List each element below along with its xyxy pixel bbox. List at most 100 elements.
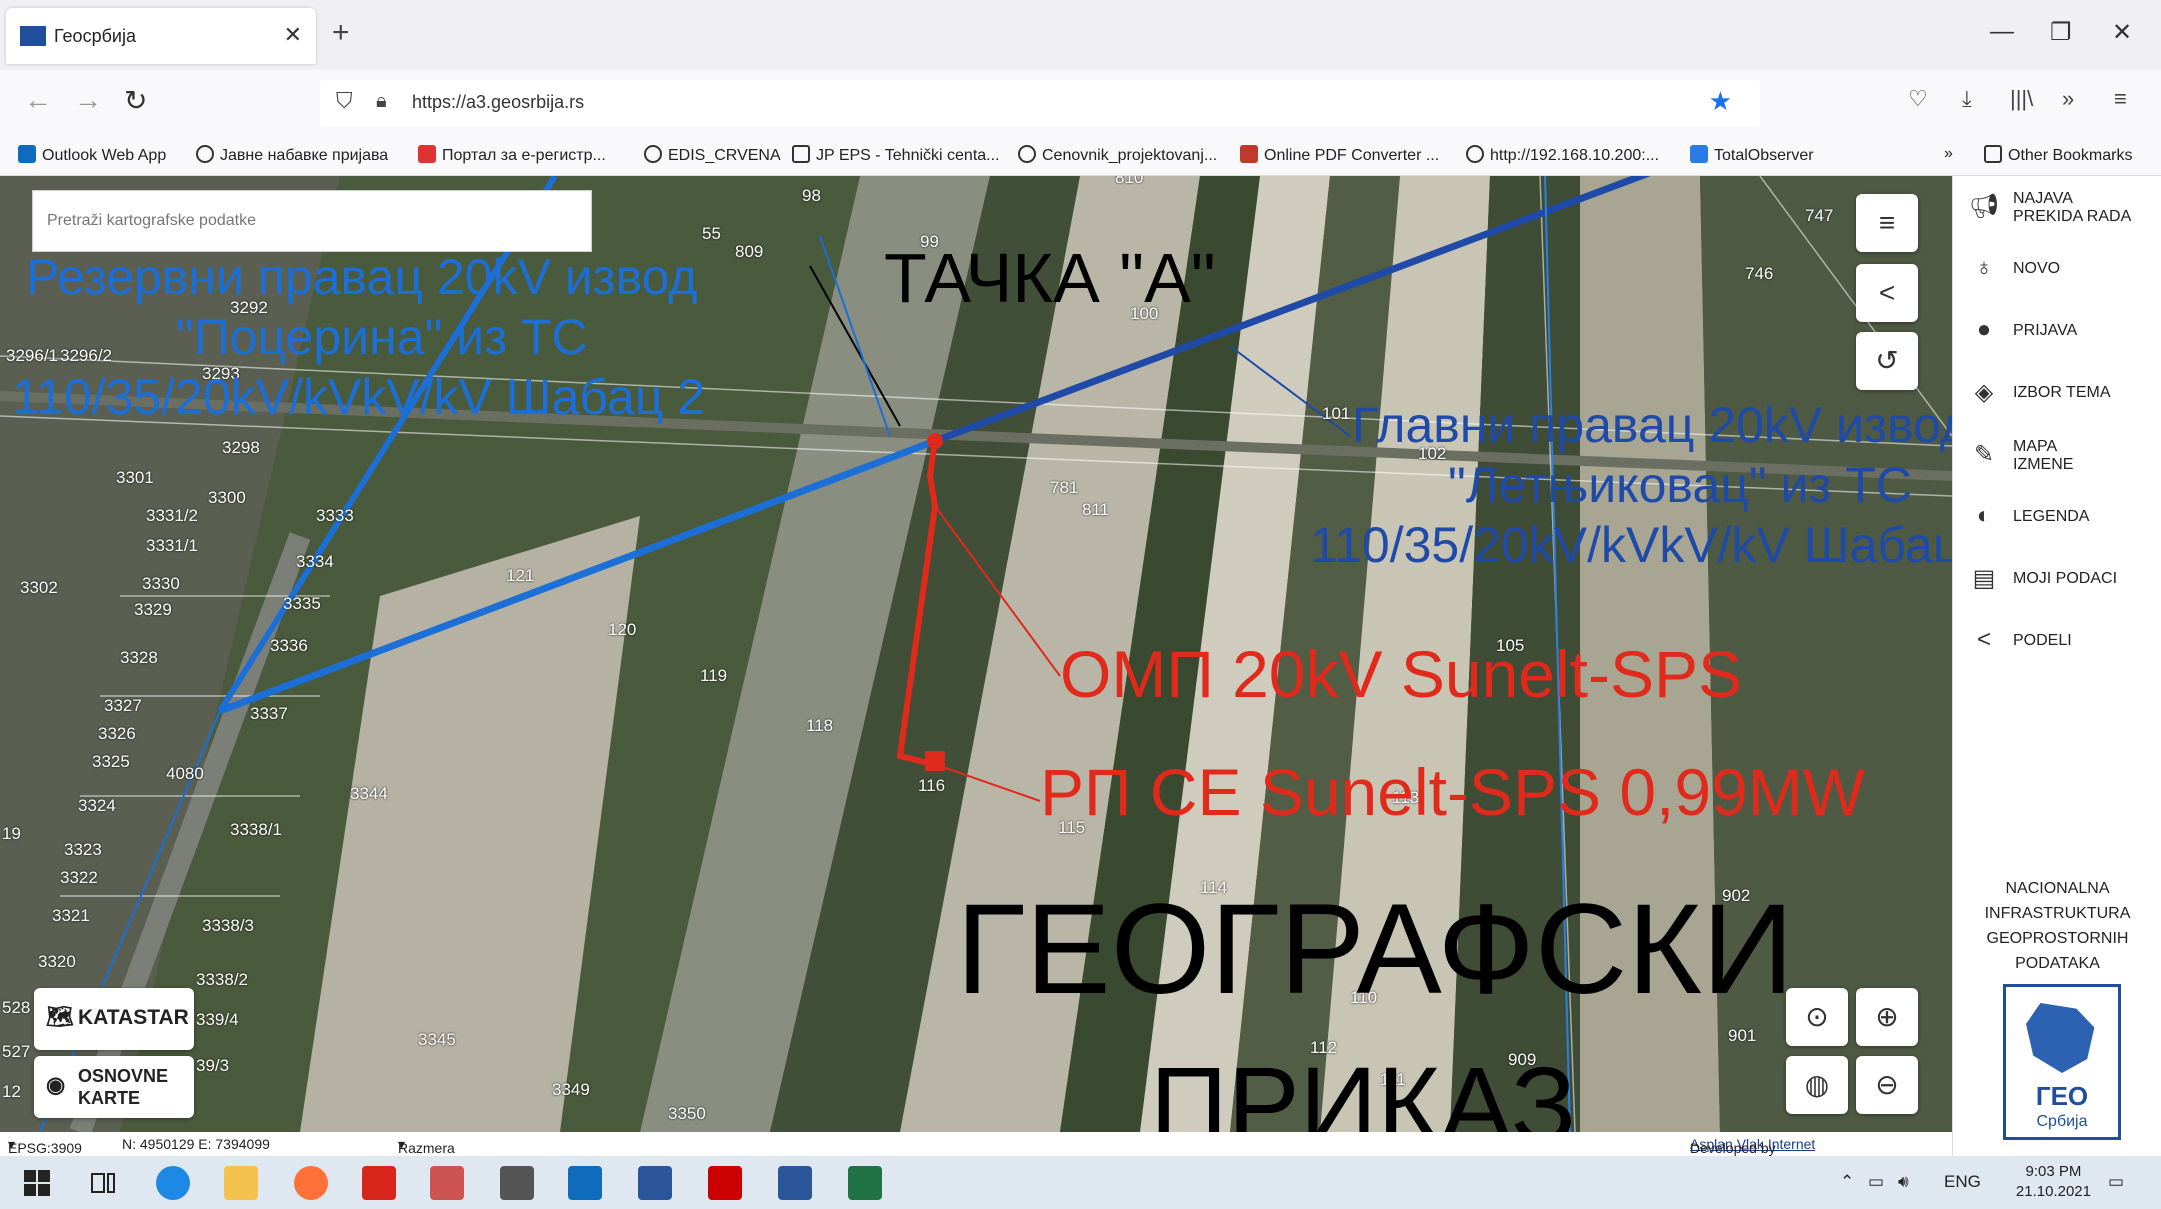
search-input[interactable]: [33, 191, 591, 251]
locate-button[interactable]: ⊙: [1786, 988, 1848, 1046]
bookmark-item[interactable]: Online PDF Converter ...: [1240, 145, 1439, 165]
panel-item-legenda[interactable]: ◐ LEGENDA: [1953, 490, 2161, 550]
plus-icon: ⊕: [1875, 1001, 1899, 1032]
bookmarks-overflow-icon[interactable]: »: [1944, 145, 1953, 163]
panel-item-podeli[interactable]: < PODELI: [1953, 614, 2161, 674]
notifications-icon[interactable]: ▭: [2108, 1172, 2124, 1192]
overflow-icon[interactable]: »: [2062, 86, 2074, 112]
address-bar[interactable]: ⛉ 🔒︎ https://a3.geosrbija.rs ★: [320, 80, 1760, 126]
bookmark-item[interactable]: TotalObserver: [1690, 145, 1814, 165]
user-icon: ●: [1976, 316, 1992, 343]
zoom-out-button[interactable]: ⊖: [1856, 1056, 1918, 1114]
legend-icon: ◐: [1976, 502, 1992, 529]
map-search-box[interactable]: [32, 190, 592, 252]
remote-desktop-icon[interactable]: [638, 1166, 672, 1200]
geosrbija-logo[interactable]: ГЕО Србија: [2003, 984, 2121, 1140]
lock-icon[interactable]: 🔒︎: [376, 90, 387, 113]
parcel-label: 3338/2: [196, 970, 248, 989]
osnovne-karte-button[interactable]: ◉ OSNOVNE KARTE: [34, 1056, 194, 1118]
parcel-label: 101: [1322, 404, 1351, 423]
parcel-label: 3321: [52, 906, 90, 925]
panel-item-mapa-izmene[interactable]: ✎ MAPA IZMENE: [1953, 428, 2161, 488]
panel-item-prijava[interactable]: ● PRIJAVA: [1953, 304, 2161, 364]
clock[interactable]: 9:03 PM 21.10.2021: [2016, 1162, 2091, 1202]
acrobat-icon[interactable]: [362, 1166, 396, 1200]
edge-icon[interactable]: [156, 1166, 190, 1200]
refresh-button[interactable]: ↺: [1856, 332, 1918, 390]
url-text[interactable]: https://a3.geosrbija.rs: [412, 92, 584, 113]
firefox-icon[interactable]: [294, 1166, 328, 1200]
bookmark-item[interactable]: JP EPS - Tehnički centa...: [792, 145, 1000, 165]
scale-select[interactable]: Razmera 1 : 2 500 ▾: [398, 1136, 455, 1172]
bookmark-item[interactable]: Јавне набавке пријава: [196, 145, 388, 165]
shield-icon[interactable]: ⛉: [336, 88, 353, 114]
menu-icon[interactable]: ≡: [2114, 86, 2127, 112]
bookmark-item[interactable]: EDIS_CRVENA: [644, 145, 781, 165]
parcel-label: 3350: [668, 1104, 706, 1123]
excel-icon[interactable]: [848, 1166, 882, 1200]
browser-tab[interactable]: Геосрбија ✕: [6, 8, 316, 64]
restore-icon[interactable]: ❐: [2050, 18, 2072, 47]
parcel-label: 98: [802, 186, 821, 205]
globe-button[interactable]: ◍: [1786, 1056, 1848, 1114]
store-icon[interactable]: [500, 1166, 534, 1200]
omp-label: ОМП 20kV Sunelt-SPS: [1060, 637, 1743, 711]
katastar-button[interactable]: 🗺︎ KATASTAR: [34, 988, 194, 1050]
parcel-label: 811: [1082, 500, 1110, 519]
parcel-label: 3324: [78, 796, 116, 815]
measure-button[interactable]: <: [1856, 264, 1918, 322]
close-window-icon[interactable]: ✕: [2112, 18, 2132, 47]
task-view-icon[interactable]: [86, 1166, 120, 1200]
app-icon[interactable]: [430, 1166, 464, 1200]
windows-start-icon[interactable]: [20, 1166, 54, 1200]
minimize-icon[interactable]: —: [1990, 18, 2014, 46]
reserve-line-label: Резервни правац 20kV извод: [26, 249, 698, 305]
reload-icon[interactable]: ↻: [124, 84, 147, 117]
map-menu-button[interactable]: ≡: [1856, 194, 1918, 252]
parcel-label: 3323: [64, 840, 102, 859]
tray-chevron-icon[interactable]: ⌃: [1840, 1172, 1854, 1192]
close-tab-icon[interactable]: ✕: [284, 22, 302, 48]
forward-icon[interactable]: →: [74, 84, 102, 116]
language-indicator[interactable]: ENG: [1944, 1172, 1981, 1192]
network-icon[interactable]: ▭: [1868, 1172, 1884, 1192]
parcel-label: 3338/3: [202, 916, 254, 935]
map-canvas[interactable]: 810 747 55 809 98 99 746 3292 3293 3296/…: [0, 176, 1952, 1132]
map-icon: 🗺︎: [46, 1004, 74, 1029]
outlook-icon[interactable]: [568, 1166, 602, 1200]
zoom-in-button[interactable]: ⊕: [1856, 988, 1918, 1046]
parcel-label: 55: [702, 224, 721, 243]
bookmark-item[interactable]: Outlook Web App: [18, 145, 166, 165]
volume-icon[interactable]: 🔊︎: [1898, 1172, 1909, 1192]
parcel-label: 3326: [98, 724, 136, 743]
download-icon[interactable]: ⤓: [1962, 86, 1972, 112]
panel-item-izbor-tema[interactable]: ◈ IZBOR TEMA: [1953, 366, 2161, 426]
other-bookmarks[interactable]: Other Bookmarks: [1984, 145, 2132, 165]
panel-item-najava[interactable]: 📢︎ NAJAVA PREKIDA RADA: [1953, 180, 2161, 240]
library-icon[interactable]: |||\: [2010, 86, 2033, 112]
bookmark-star-icon[interactable]: ★: [1709, 86, 1732, 117]
new-tab-icon[interactable]: +: [332, 16, 350, 50]
pocket-icon[interactable]: ♡: [1908, 86, 1928, 112]
bookmark-item[interactable]: Портал за е-регистр...: [418, 145, 606, 165]
access-icon[interactable]: [708, 1166, 742, 1200]
file-explorer-icon[interactable]: [224, 1166, 258, 1200]
panel-item-novo[interactable]: ♁ NOVO: [1953, 242, 2161, 302]
bookmark-item[interactable]: Cenovnik_projektovanj...: [1018, 145, 1217, 165]
main-line-label: Главни правац 20kV извод: [1352, 397, 1952, 453]
parcel-label: 3333: [316, 506, 354, 525]
parcel-label: 3296/1: [6, 346, 58, 365]
parcel-label: 3334: [296, 552, 334, 571]
panel-item-moji-podaci[interactable]: ▤ MOJI PODACI: [1953, 552, 2161, 612]
parcel-label: 746: [1745, 264, 1774, 283]
parcel-label: 3325: [92, 752, 130, 771]
projection-select[interactable]: EPSG:3909 ▾: [8, 1136, 82, 1156]
word-icon[interactable]: [778, 1166, 812, 1200]
parcel-label: 527: [2, 1042, 31, 1061]
back-icon[interactable]: ←: [24, 84, 52, 116]
parcel-label: 3344: [350, 784, 388, 803]
parcel-label: 3331/1: [146, 536, 198, 555]
parcel-label: 3336: [270, 636, 308, 655]
bookmark-item[interactable]: http://192.168.10.200:...: [1466, 145, 1659, 165]
g-icon: [792, 145, 810, 163]
